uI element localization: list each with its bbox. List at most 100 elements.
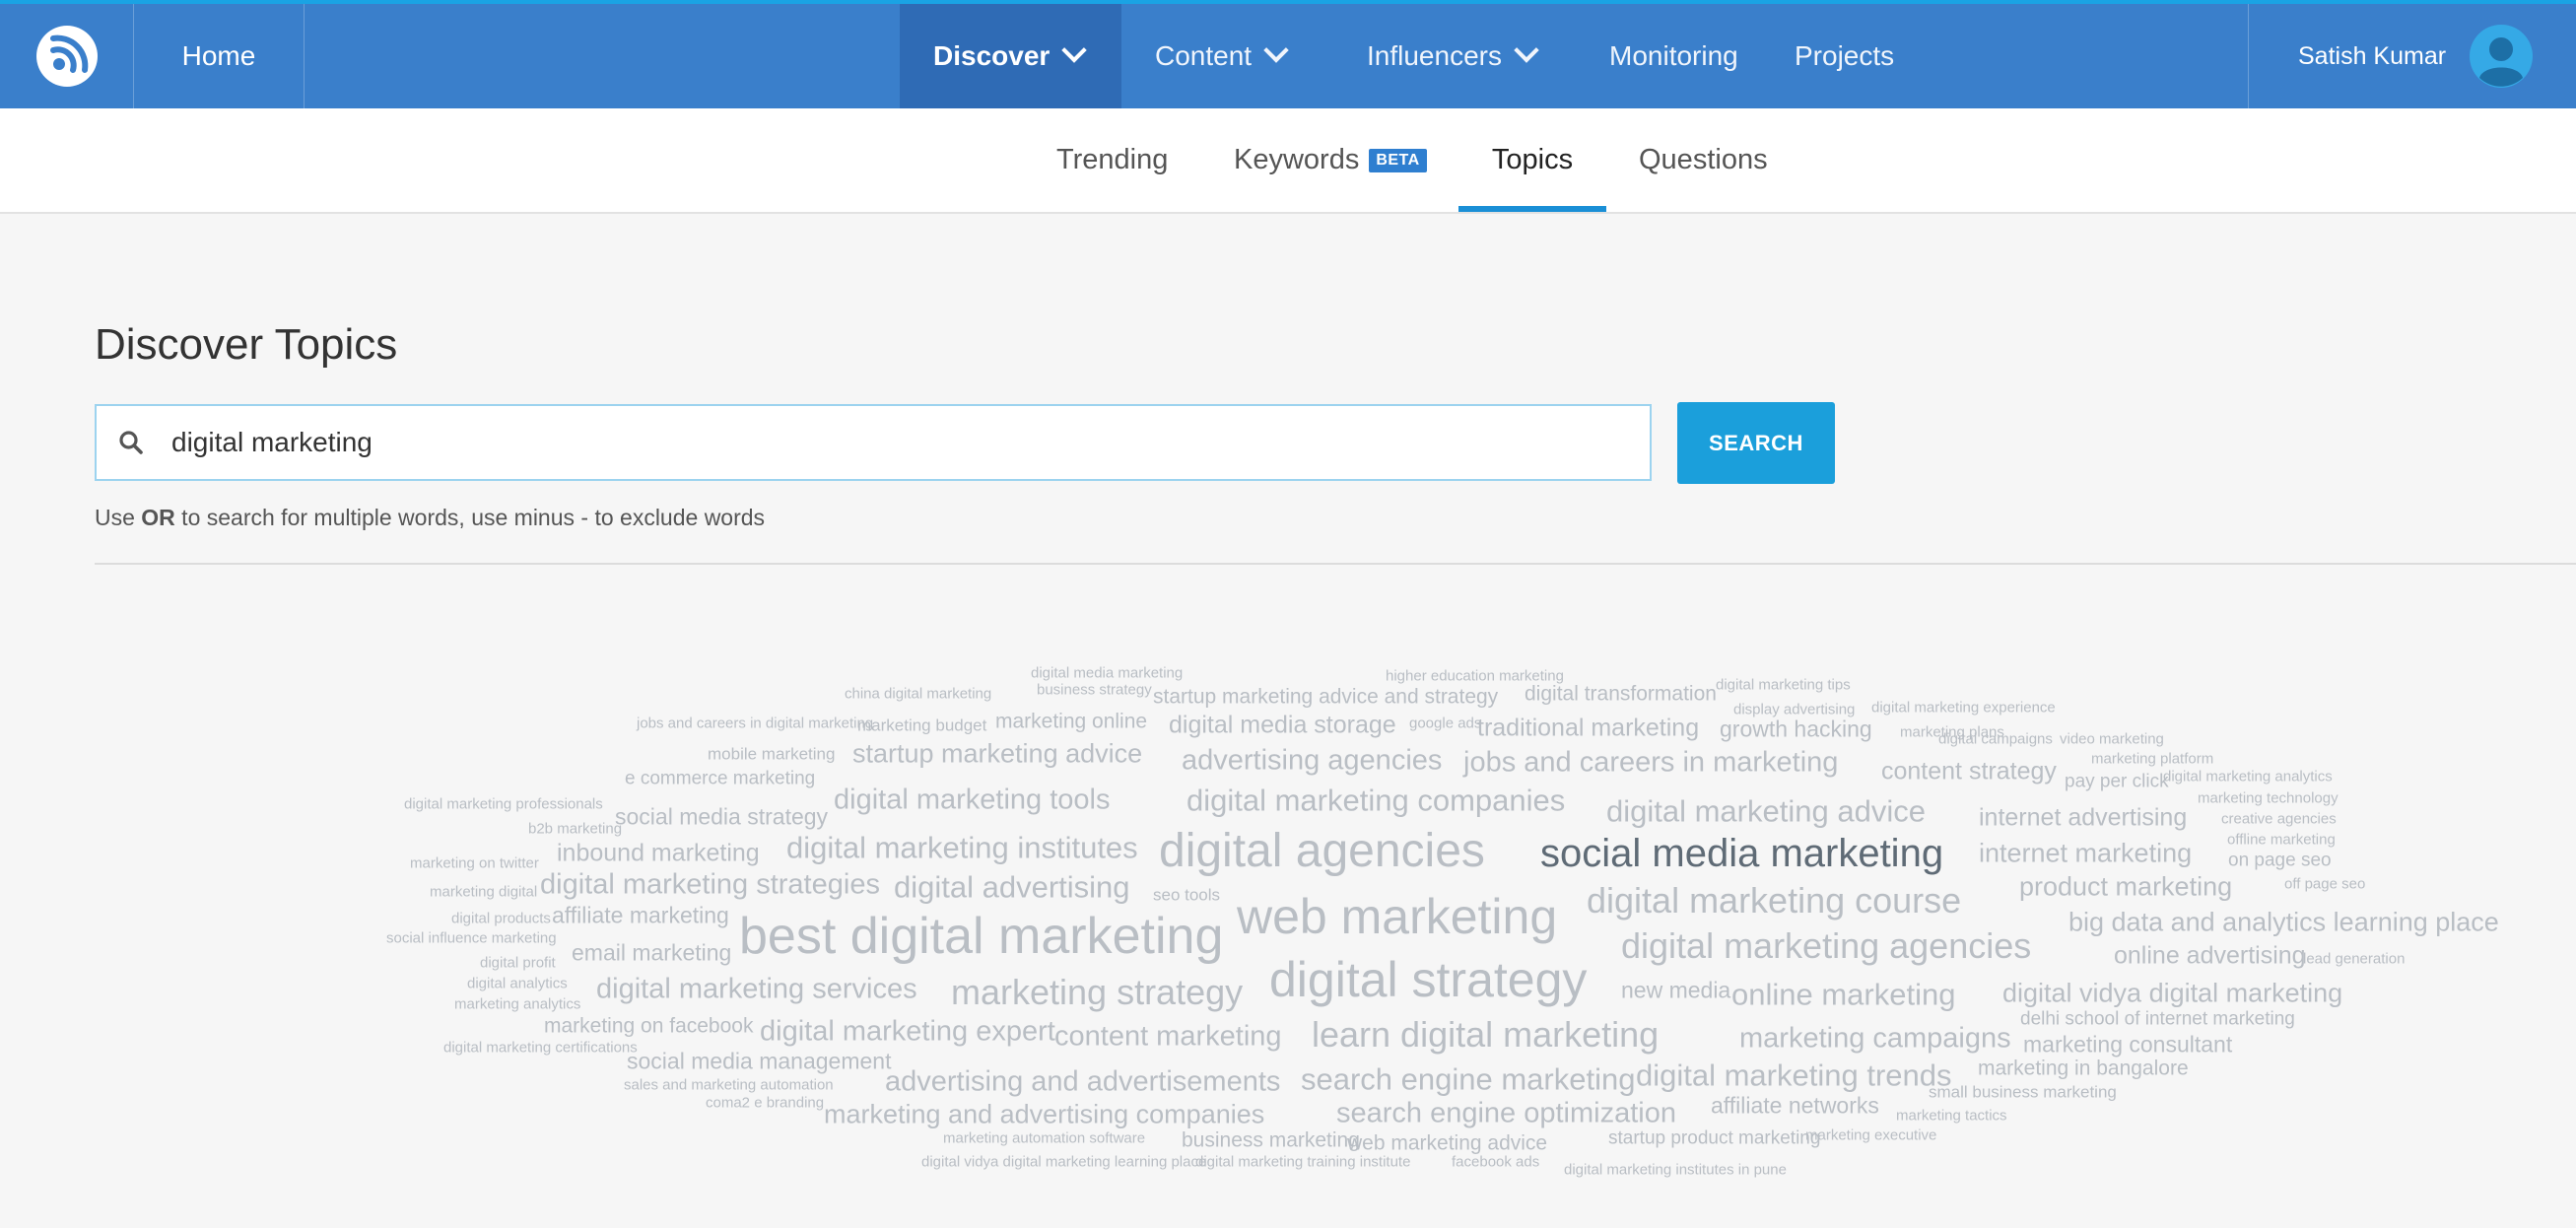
- topic-word[interactable]: email marketing: [572, 941, 731, 965]
- search-button[interactable]: SEARCH: [1677, 402, 1835, 484]
- topic-word[interactable]: digital marketing experience: [1871, 701, 2056, 716]
- topic-word[interactable]: internet advertising: [1979, 805, 2187, 831]
- topic-word[interactable]: marketing consultant: [2023, 1033, 2232, 1057]
- topic-word[interactable]: on page seo: [2228, 852, 2332, 870]
- topic-word[interactable]: content strategy: [1881, 759, 2057, 785]
- topic-word[interactable]: digital profit: [480, 956, 556, 971]
- topic-word[interactable]: social media strategy: [615, 805, 828, 829]
- topic-word[interactable]: display advertising: [1733, 703, 1855, 717]
- topic-word[interactable]: small business marketing: [1929, 1084, 2117, 1101]
- topic-word[interactable]: digital marketing institutes: [786, 833, 1138, 863]
- topic-word[interactable]: lead generation: [2303, 952, 2405, 967]
- topic-word[interactable]: facebook ads: [1452, 1155, 1539, 1170]
- search-input[interactable]: [169, 426, 1602, 459]
- topic-word[interactable]: product marketing: [2019, 873, 2232, 901]
- topic-word[interactable]: offline marketing: [2227, 833, 2336, 848]
- topic-word[interactable]: digital advertising: [894, 872, 1130, 903]
- topic-word[interactable]: digital products: [451, 912, 551, 926]
- topic-word[interactable]: advertising agencies: [1182, 746, 1442, 776]
- topic-word[interactable]: marketing campaigns: [1739, 1024, 2011, 1054]
- topic-word[interactable]: inbound marketing: [557, 841, 760, 866]
- topic-word[interactable]: search engine marketing: [1301, 1064, 1635, 1095]
- topic-word[interactable]: b2b marketing: [528, 822, 622, 837]
- topic-word[interactable]: digital vidya digital marketing: [2002, 980, 2342, 1007]
- topic-word[interactable]: digital strategy: [1269, 955, 1587, 1004]
- topic-word[interactable]: internet marketing: [1979, 840, 2192, 867]
- topic-word[interactable]: seo tools: [1153, 887, 1220, 904]
- topic-word[interactable]: advertising and advertisements: [885, 1067, 1280, 1097]
- topic-word[interactable]: marketing on facebook: [544, 1016, 753, 1037]
- topic-word[interactable]: digital marketing certifications: [443, 1041, 638, 1056]
- topic-word[interactable]: social media marketing: [1540, 834, 1943, 873]
- topic-word[interactable]: digital marketing tips: [1716, 678, 1851, 693]
- topic-word[interactable]: startup product marketing: [1608, 1129, 1820, 1148]
- topic-word[interactable]: digital vidya digital marketing learning…: [921, 1155, 1206, 1170]
- topic-word[interactable]: sales and marketing automation: [624, 1078, 834, 1093]
- topic-word[interactable]: digital marketing companies: [1186, 785, 1565, 816]
- topic-word[interactable]: digital analytics: [467, 977, 568, 991]
- topic-word[interactable]: affiliate networks: [1711, 1094, 1879, 1118]
- topic-word[interactable]: digital transformation: [1525, 684, 1717, 705]
- topic-word[interactable]: business strategy: [1037, 683, 1152, 698]
- topic-word[interactable]: online advertising: [2114, 943, 2306, 969]
- topic-word[interactable]: marketing automation software: [943, 1131, 1145, 1146]
- topic-word[interactable]: startup marketing advice and strategy: [1153, 687, 1498, 708]
- topic-word[interactable]: digital marketing trends: [1636, 1060, 1952, 1091]
- topic-word[interactable]: higher education marketing: [1386, 669, 1564, 684]
- nav-discover[interactable]: Discover: [900, 4, 1121, 108]
- topic-word[interactable]: china digital marketing: [845, 687, 991, 702]
- tab-keywords[interactable]: Keywords BETA: [1234, 108, 1427, 212]
- topic-word[interactable]: digital marketing agencies: [1621, 928, 2031, 964]
- topic-word[interactable]: digital media marketing: [1031, 666, 1183, 681]
- topic-word[interactable]: web marketing advice: [1347, 1133, 1547, 1154]
- topic-word[interactable]: coma2 e branding: [706, 1096, 824, 1111]
- topic-word[interactable]: social media management: [627, 1050, 891, 1073]
- topic-word[interactable]: traditional marketing: [1477, 716, 1699, 741]
- topic-word[interactable]: big data and analytics learning place: [2068, 909, 2499, 936]
- topic-word[interactable]: mobile marketing: [708, 746, 835, 763]
- topic-word[interactable]: digital marketing institutes in pune: [1564, 1163, 1787, 1178]
- topic-word[interactable]: marketing strategy: [951, 975, 1243, 1010]
- topic-word[interactable]: content marketing: [1054, 1022, 1282, 1052]
- tab-trending[interactable]: Trending: [1056, 108, 1168, 212]
- topic-word[interactable]: marketing platform: [2091, 752, 2213, 767]
- topic-word[interactable]: startup marketing advice: [852, 740, 1142, 768]
- user-menu[interactable]: Satish Kumar: [2248, 4, 2576, 108]
- topic-word[interactable]: digital marketing analytics: [2163, 770, 2333, 785]
- nav-projects[interactable]: Projects: [1795, 4, 1894, 108]
- nav-influencers[interactable]: Influencers: [1367, 4, 1539, 108]
- topic-word[interactable]: learn digital marketing: [1312, 1017, 1659, 1053]
- nav-home[interactable]: Home: [134, 4, 305, 108]
- topic-word[interactable]: video marketing: [2060, 732, 2164, 747]
- topic-word[interactable]: pay per click: [2065, 773, 2169, 791]
- topic-word[interactable]: digital marketing advice: [1606, 796, 1926, 827]
- topic-word[interactable]: online marketing: [1731, 980, 1955, 1010]
- topic-word[interactable]: affiliate marketing: [552, 904, 729, 927]
- topic-word[interactable]: best digital marketing: [739, 911, 1223, 962]
- topic-word[interactable]: e commerce marketing: [625, 770, 815, 788]
- tab-questions[interactable]: Questions: [1639, 108, 1768, 212]
- topic-word[interactable]: marketing and advertising companies: [824, 1101, 1264, 1128]
- topic-word[interactable]: marketing on twitter: [410, 856, 539, 871]
- topic-word[interactable]: social influence marketing: [386, 931, 557, 946]
- topic-word[interactable]: digital marketing professionals: [404, 797, 603, 812]
- topic-word[interactable]: marketing executive: [1805, 1128, 1936, 1143]
- topic-word[interactable]: marketing in bangalore: [1978, 1058, 2189, 1079]
- topic-word[interactable]: marketing budget: [857, 717, 986, 734]
- nav-monitoring[interactable]: Monitoring: [1609, 4, 1738, 108]
- topic-word[interactable]: business marketing: [1182, 1130, 1360, 1151]
- topic-word[interactable]: creative agencies: [2221, 812, 2337, 827]
- topic-word[interactable]: jobs and careers in marketing: [1463, 748, 1838, 778]
- topic-word[interactable]: digital marketing services: [596, 975, 917, 1004]
- topic-word[interactable]: new media: [1621, 979, 1730, 1002]
- tab-topics[interactable]: Topics: [1458, 108, 1606, 212]
- topic-word[interactable]: delhi school of internet marketing: [2020, 1010, 2295, 1029]
- topic-word[interactable]: off page seo: [2284, 877, 2365, 892]
- logo-link[interactable]: [0, 4, 134, 108]
- topic-word[interactable]: marketing online: [995, 712, 1147, 732]
- topic-word[interactable]: digital marketing tools: [834, 785, 1110, 815]
- topic-word[interactable]: marketing technology: [2198, 791, 2339, 806]
- nav-content[interactable]: Content: [1155, 4, 1289, 108]
- topic-word[interactable]: digital marketing strategies: [540, 870, 880, 900]
- topic-word[interactable]: digital agencies: [1159, 828, 1485, 875]
